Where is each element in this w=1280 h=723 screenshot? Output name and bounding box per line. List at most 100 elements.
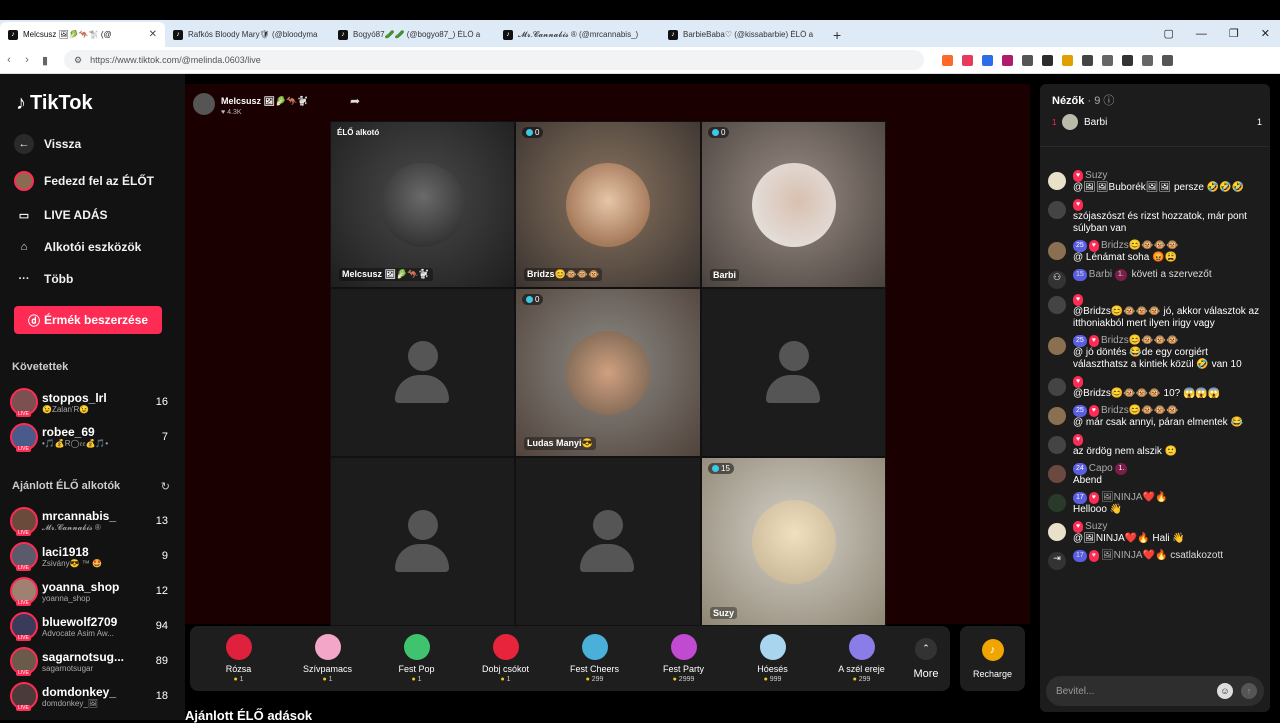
chat-input[interactable]: Bevitel... ☺ ↑ bbox=[1046, 676, 1264, 706]
browser-tab[interactable]: ♪Rafkós Bloody Mary🛡 (@bloodyma bbox=[165, 22, 330, 47]
tab-search-icon[interactable]: ▢ bbox=[1164, 27, 1174, 40]
gift-item[interactable]: Fest Cheers299 bbox=[550, 634, 639, 683]
tab-title: Melcsusz 🖼🥬🦘🐩 (@ bbox=[23, 30, 144, 39]
empty-seat[interactable] bbox=[701, 288, 886, 457]
chat-user[interactable]: Suzy bbox=[1085, 521, 1107, 532]
extension-icon[interactable] bbox=[1022, 55, 1033, 66]
guest-cell[interactable]: 0 Barbi bbox=[701, 121, 886, 288]
forward-icon[interactable]: › bbox=[18, 54, 36, 66]
left-sidebar: ♪TikTok ←Vissza Fedezd fel az ÉLŐT ▭LIVE… bbox=[0, 74, 185, 720]
extension-icon[interactable] bbox=[1082, 55, 1093, 66]
site-settings-icon[interactable]: ⚙ bbox=[74, 55, 82, 66]
empty-seat[interactable] bbox=[330, 457, 515, 626]
viewers-header[interactable]: Nézők · 9 ⓘ bbox=[1052, 92, 1114, 108]
chat-user[interactable]: Suzy bbox=[1085, 170, 1107, 181]
recommended-account[interactable]: domdonkey_domdonkey_🖼18 bbox=[10, 681, 168, 711]
chat-user[interactable]: Bridzs😊🐵🐵🐵 bbox=[1101, 240, 1179, 251]
gift-price: 1 bbox=[500, 676, 510, 683]
nav-more[interactable]: ···Több bbox=[14, 269, 73, 289]
recommended-account[interactable]: bluewolf2709Advocate Asim Aw...94 bbox=[10, 611, 168, 641]
extension-icon[interactable] bbox=[1002, 55, 1013, 66]
chat-user[interactable]: Bridzs😊🐵🐵🐵 bbox=[1101, 405, 1179, 416]
get-coins-button[interactable]: ⓓÉrmék beszerzése bbox=[14, 306, 162, 334]
guest-cell[interactable]: 0 Bridzs😊🐵🐵🐵 bbox=[515, 121, 701, 288]
chat-user[interactable]: Barbi bbox=[1089, 269, 1112, 280]
following-account[interactable]: robee_69•🎵💰R◯𝔢𝔢💰🎵•7 bbox=[10, 422, 168, 452]
guest-cell[interactable]: 15 Suzy bbox=[701, 457, 886, 626]
gift-name: A szél ereje bbox=[838, 664, 885, 674]
close-icon[interactable]: ✕ bbox=[149, 29, 157, 40]
close-window-icon[interactable]: ✕ bbox=[1261, 27, 1270, 40]
guest-video bbox=[752, 163, 836, 247]
back-icon[interactable]: ‹ bbox=[0, 54, 18, 66]
gift-price: 299 bbox=[853, 676, 871, 683]
sidebar-icon[interactable] bbox=[1122, 55, 1133, 66]
share-icon[interactable]: ➦ bbox=[350, 94, 360, 108]
restore-icon[interactable]: ❐ bbox=[1229, 27, 1239, 40]
gift-name: Fest Party bbox=[663, 664, 704, 674]
empty-seat[interactable] bbox=[330, 288, 515, 457]
account-sub: Zsivány😎 ™ 🤩 bbox=[42, 559, 152, 568]
top-viewer-row[interactable]: 1 Barbi 1 bbox=[1052, 114, 1262, 130]
extension-icon[interactable] bbox=[982, 55, 993, 66]
recommended-account[interactable]: mrcannabis_𝓜𝓻.𝓒𝓪𝓷𝓷𝓪𝓫𝓲𝓼 ®13 bbox=[10, 506, 168, 536]
emoji-icon[interactable]: ☺ bbox=[1217, 683, 1233, 699]
guest-cell-host[interactable]: ÉLŐ alkotó Melcsusz 🖼🥬🦘🐩 bbox=[330, 121, 515, 288]
chat-message: 25♥Bridzs😊🐵🐵🐵@ már csak annyi, páran elm… bbox=[1048, 405, 1262, 429]
guest-score: 0 bbox=[522, 127, 543, 138]
nav-go-live[interactable]: ▭LIVE ADÁS bbox=[14, 205, 108, 225]
recharge-button[interactable]: ♪Recharge bbox=[960, 626, 1025, 691]
following-account[interactable]: stoppos_lrl😉Zalan'R😉16 bbox=[10, 387, 168, 417]
extension-icon[interactable] bbox=[1042, 55, 1053, 66]
chat-user[interactable]: 🖼NINJA❤️🔥 bbox=[1101, 550, 1168, 561]
join-icon: ⇥ bbox=[1048, 552, 1066, 570]
refresh-icon[interactable]: ↻ bbox=[161, 480, 170, 493]
fan-badge: ♥ bbox=[1073, 199, 1083, 211]
guest-name: Barbi bbox=[710, 269, 739, 281]
gift-item[interactable]: Hóesés999 bbox=[728, 634, 817, 683]
chat-messages: ♥Suzy@🖼🖼Buborék🖼🖼 persze 🤣🤣🤣 ♥szójaszósz… bbox=[1048, 170, 1262, 575]
browser-tab[interactable]: ♪BarbieBaba♡ (@kissabarbie) ÉLŐ a bbox=[660, 22, 825, 47]
nav-explore-live[interactable]: Fedezd fel az ÉLŐT bbox=[14, 171, 154, 191]
url-field[interactable]: ⚙ https://www.tiktok.com/@melinda.0603/l… bbox=[64, 50, 924, 70]
recommended-account[interactable]: laci1918Zsivány😎 ™ 🤩9 bbox=[10, 541, 168, 571]
browser-tab[interactable]: ♪Bogyó87🥒🥒 (@bogyo87_) ÉLŐ a bbox=[330, 22, 495, 47]
recommended-account[interactable]: yoanna_shopyoanna_shop12 bbox=[10, 576, 168, 606]
guest-cell[interactable]: 0 Ludas Manyi😎 bbox=[515, 288, 701, 457]
nav-creator-tools[interactable]: ⌂Alkotói eszközök bbox=[14, 237, 141, 257]
nav-back[interactable]: ←Vissza bbox=[14, 134, 81, 154]
browser-tab[interactable]: ♪Melcsusz 🖼🥬🦘🐩 (@✕ bbox=[0, 22, 165, 47]
chat-user[interactable]: Capo bbox=[1089, 463, 1113, 474]
chat-user[interactable]: 🖼NINJA❤️🔥 bbox=[1101, 492, 1168, 503]
menu-icon[interactable] bbox=[1162, 55, 1173, 66]
more-gifts-button[interactable]: ⌃More bbox=[906, 638, 946, 680]
info-icon[interactable]: ⓘ bbox=[1103, 95, 1114, 107]
send-icon[interactable]: ↑ bbox=[1241, 683, 1257, 699]
rank-badge: 1. bbox=[1115, 269, 1127, 281]
gift-item[interactable]: Rózsa1 bbox=[194, 634, 283, 683]
gift-item[interactable]: Fest Party2999 bbox=[639, 634, 728, 683]
chat-message: 25♥Bridzs😊🐵🐵🐵@ Lénámat soha 😡😩 bbox=[1048, 240, 1262, 264]
new-tab-button[interactable]: + bbox=[825, 22, 849, 47]
extension-icon[interactable] bbox=[1062, 55, 1073, 66]
minimize-icon[interactable]: — bbox=[1196, 28, 1207, 40]
bookmark-icon[interactable]: ▮ bbox=[36, 54, 54, 67]
brave-icon[interactable] bbox=[942, 55, 953, 66]
gift-item[interactable]: Fest Pop1 bbox=[372, 634, 461, 683]
extension-icon[interactable] bbox=[962, 55, 973, 66]
wallet-icon[interactable] bbox=[1142, 55, 1153, 66]
empty-seat[interactable] bbox=[515, 457, 701, 626]
recommended-account[interactable]: sagarnotsug...sagarnotsugar89 bbox=[10, 646, 168, 676]
gift-item[interactable]: Dobj csókot1 bbox=[461, 634, 550, 683]
host-info[interactable]: Melcsusz 🖼🥬🦘🐩♥ 4.3K bbox=[193, 91, 309, 116]
gift-item[interactable]: Szívpamacs1 bbox=[283, 634, 372, 683]
gift-price: 1 bbox=[322, 676, 332, 683]
puzzle-icon[interactable] bbox=[1102, 55, 1113, 66]
tiktok-logo[interactable]: ♪TikTok bbox=[16, 92, 93, 115]
browser-tab[interactable]: ♪𝓜𝓻.𝓒𝓪𝓷𝓷𝓪𝓫𝓲𝓼 ® (@mrcannabis_) bbox=[495, 22, 660, 47]
gift-item[interactable]: A szél ereje 299 bbox=[817, 634, 906, 683]
level-badge: 25 bbox=[1073, 240, 1087, 252]
avatar bbox=[1048, 337, 1066, 355]
chat-user[interactable]: Bridzs😊🐵🐵🐵 bbox=[1101, 335, 1179, 346]
chat-message: ♥az ördög nem alszik 🙂 bbox=[1048, 434, 1262, 458]
